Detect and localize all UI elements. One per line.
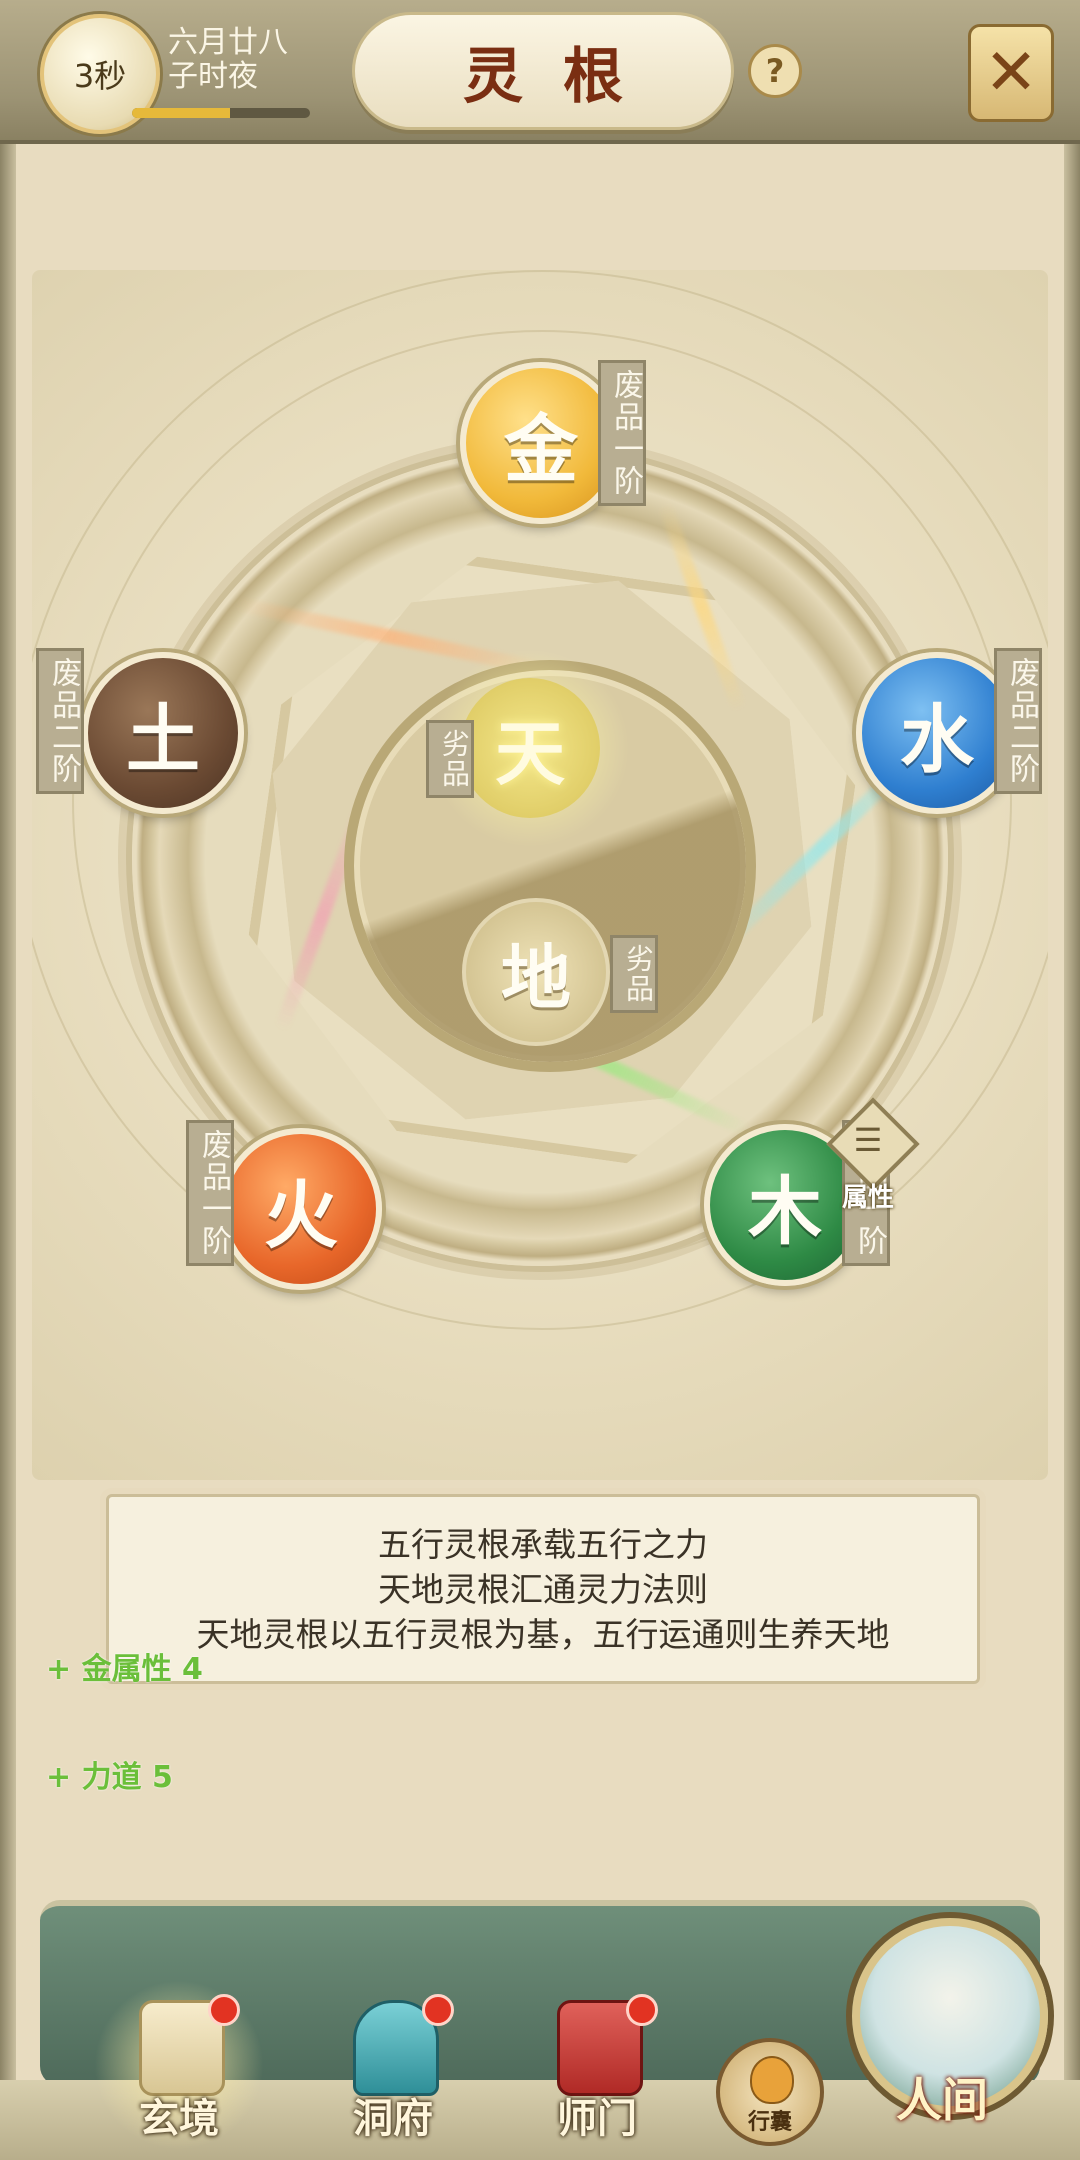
metal-grade-tag: 废品一阶 [598, 360, 646, 506]
title-plaque: 灵根 [352, 12, 734, 130]
spirit-root-panel: 天 劣品 地 劣品 金 废品一阶 水 废品二阶 木 废品一阶 火 废品一阶 土 … [32, 270, 1048, 1480]
frame-right [1064, 120, 1080, 2160]
notification-dot [422, 1994, 454, 2026]
nav-label: 玄境 [139, 2095, 219, 2142]
heaven-grade-tag: 劣品 [426, 720, 474, 798]
close-button[interactable]: ✕ [968, 24, 1054, 122]
notification-dot [208, 1994, 240, 2026]
bag-icon [750, 2056, 794, 2104]
earth-grade-tag: 劣品 [610, 935, 658, 1013]
water-grade-tag: 废品二阶 [994, 648, 1042, 794]
earth-root-node[interactable]: 地 [462, 898, 610, 1046]
day-progress-fill [132, 108, 230, 118]
attribute-button-label: 属性 [841, 1183, 894, 1213]
bonus-metal-attr: + 金属性 4 [46, 1652, 203, 1687]
date-display: 六月廿八 子时夜 [168, 26, 288, 94]
description-line: 天地灵根汇通灵力法则 [378, 1569, 708, 1609]
bag-label: 行囊 [747, 2110, 792, 2135]
bonus-strength: + 力道 5 [46, 1760, 173, 1795]
description-line: 五行灵根承载五行之力 [378, 1524, 708, 1564]
fire-root-node[interactable]: 火 [220, 1128, 382, 1290]
trigram-icon: ☰ [853, 1121, 883, 1159]
notification-dot [626, 1994, 658, 2026]
nav-item-shimen[interactable]: 师门 [522, 1990, 672, 2142]
description-box: 五行灵根承载五行之力 天地灵根汇通灵力法则 天地灵根以五行灵根为基，五行运通则生… [106, 1494, 980, 1684]
nav-label: 洞府 [353, 2095, 433, 2142]
earth-element-grade-tag: 废品二阶 [36, 648, 84, 794]
nav-item-dongfu[interactable]: 洞府 [318, 1990, 468, 2142]
nav-item-xuanjing[interactable]: 玄境 [94, 1980, 264, 2150]
bag-button[interactable]: 行囊 [716, 2038, 824, 2146]
fire-grade-tag: 废品一阶 [186, 1120, 234, 1266]
date-line-2: 子时夜 [168, 59, 258, 94]
help-button[interactable]: ? [748, 44, 802, 98]
description-line: 天地灵根以五行灵根为基，五行运通则生养天地 [196, 1614, 890, 1654]
day-progress-bar [132, 108, 310, 118]
nav-label: 师门 [557, 2095, 637, 2142]
heaven-root-node[interactable]: 天 [460, 678, 600, 818]
attribute-button[interactable]: ☰ 属性 [826, 1097, 920, 1215]
date-line-1: 六月廿八 [168, 25, 288, 60]
page-title: 灵根 [463, 41, 663, 112]
earth-element-node[interactable]: 土 [82, 652, 244, 814]
header-bar: 3秒 六月廿八 子时夜 灵根 ? ✕ [0, 0, 1080, 144]
frame-left [0, 120, 16, 2160]
world-label[interactable]: 人间 [842, 2064, 1042, 2130]
